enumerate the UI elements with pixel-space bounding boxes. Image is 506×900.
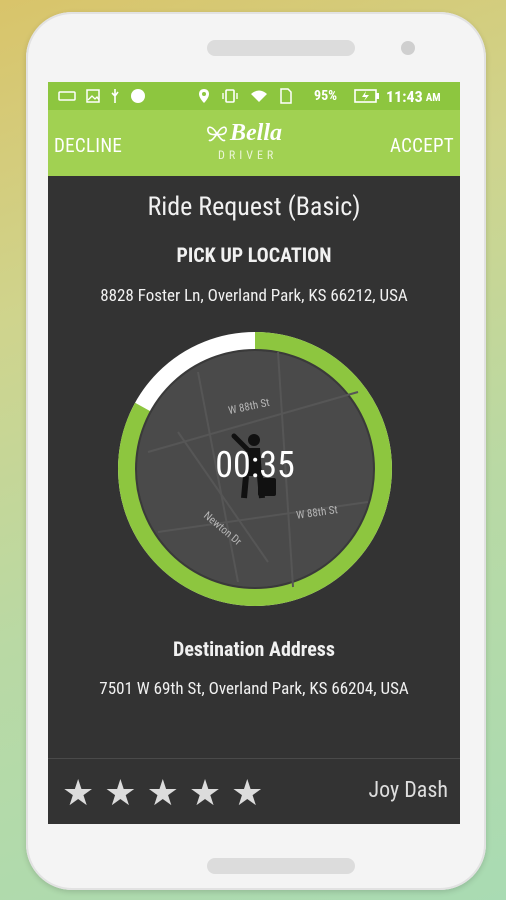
front-camera xyxy=(401,41,415,55)
status-bar: 95% 11:43 AM xyxy=(48,82,460,110)
destination-address: 7501 W 69th St, Overland Park, KS 66204,… xyxy=(99,679,409,699)
logo-driver-text: DRIVER xyxy=(218,148,278,162)
butterfly-icon xyxy=(207,126,227,142)
pickup-location-label: PICK UP LOCATION xyxy=(176,243,332,267)
bottom-speaker xyxy=(207,858,355,874)
rating-stars: ★ ★ ★ ★ ★ xyxy=(62,775,263,811)
notification-icon xyxy=(58,91,76,101)
destination-label: Destination Address xyxy=(173,637,335,661)
circle-icon xyxy=(131,89,145,103)
battery-charging-icon xyxy=(354,89,379,103)
decline-button[interactable]: DECLINE xyxy=(54,134,122,157)
star-icon: ★ xyxy=(188,772,222,814)
countdown-timer: W 88th St W 88th St Newton Dr 00:35 xyxy=(118,332,392,606)
star-icon: ★ xyxy=(104,772,137,814)
star-icon: ★ xyxy=(231,772,264,814)
ride-request-title: Ride Request (Basic) xyxy=(147,192,361,222)
app-bar: DECLINE Bella DRIVER ACCEPT xyxy=(48,110,460,176)
vibrate-icon xyxy=(222,89,238,103)
pickup-address: 8828 Foster Ln, Overland Park, KS 66212,… xyxy=(100,286,408,306)
clock-time: 11:43 xyxy=(386,86,423,106)
rider-name: Joy Dash xyxy=(368,778,448,803)
countdown-time: 00:35 xyxy=(215,444,295,486)
star-icon: ★ xyxy=(146,772,179,814)
app-screen: 95% 11:43 AM DECLINE Bella DRIVER ACCEPT… xyxy=(48,82,460,824)
clock-ampm: AM xyxy=(425,91,441,104)
accept-button[interactable]: ACCEPT xyxy=(390,134,454,157)
speaker-grille xyxy=(207,40,355,56)
star-icon: ★ xyxy=(62,772,95,814)
sim-icon xyxy=(280,88,292,104)
wifi-icon xyxy=(251,90,267,102)
location-icon xyxy=(199,89,209,103)
usb-icon xyxy=(111,89,119,103)
bella-driver-logo: Bella DRIVER xyxy=(206,120,302,166)
logo-bella-text: Bella xyxy=(230,120,282,146)
image-icon xyxy=(86,89,100,103)
divider xyxy=(48,758,460,759)
battery-percent: 95% xyxy=(314,88,338,104)
